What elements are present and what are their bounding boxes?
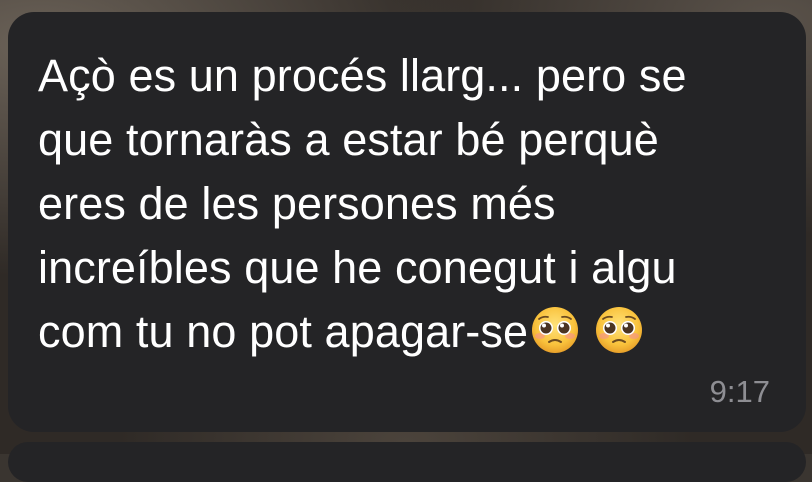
message-line: eres de les persones més xyxy=(38,178,556,229)
message-timestamp: 9:17 xyxy=(709,374,770,409)
message-line: Açò es un procés llarg... pero se xyxy=(38,50,687,101)
message-text: Açò es un procés llarg... pero se que to… xyxy=(38,44,778,364)
pleading-face-emoji-icon xyxy=(596,307,643,353)
message-line: increíbles que he conegut i algu xyxy=(38,242,677,293)
next-message-bubble[interactable] xyxy=(8,442,806,482)
message-line: com tu no pot apagar-se xyxy=(38,306,529,357)
message-line: que tornaràs a estar bé perquè xyxy=(38,114,659,165)
message-bubble[interactable]: Açò es un procés llarg... pero se que to… xyxy=(8,12,806,432)
pleading-face-emoji-icon xyxy=(532,307,579,353)
